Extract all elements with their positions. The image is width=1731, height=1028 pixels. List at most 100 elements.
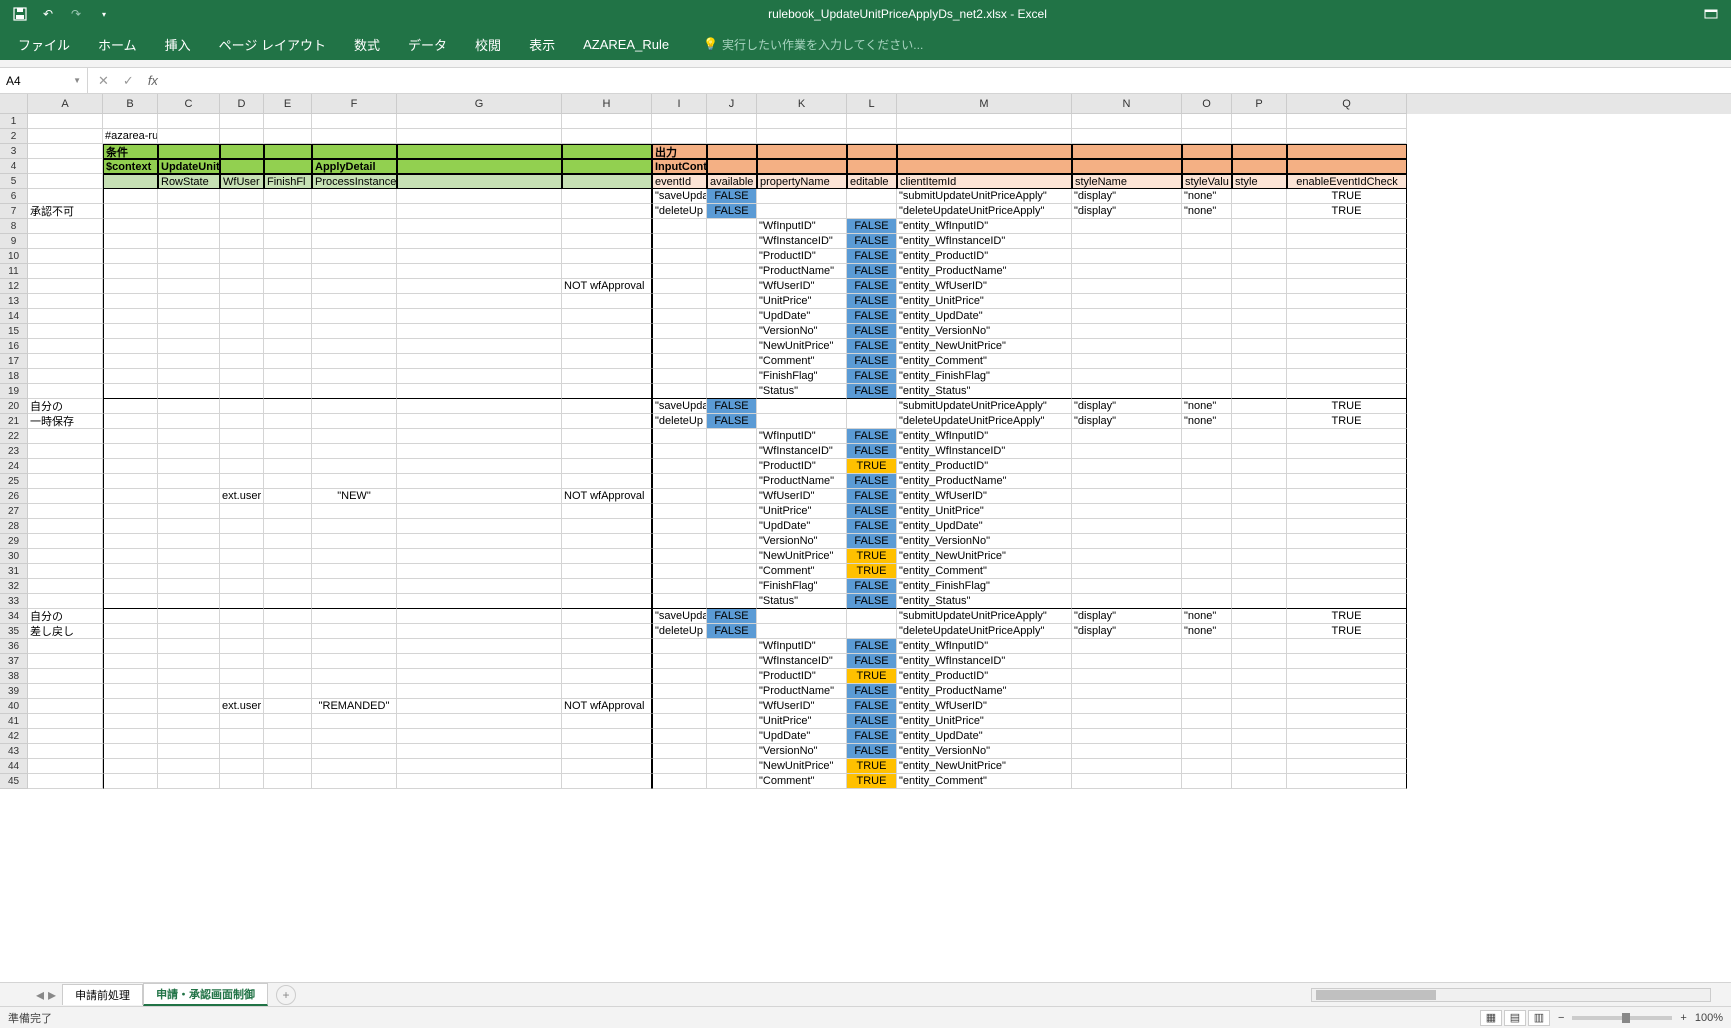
cell-M10[interactable]: "entity_ProductID" — [897, 249, 1072, 264]
cell-B25[interactable] — [103, 474, 158, 489]
cell-D33[interactable] — [220, 594, 264, 609]
cell-P28[interactable] — [1232, 519, 1287, 534]
cell-N41[interactable] — [1072, 714, 1182, 729]
cell-H36[interactable] — [562, 639, 652, 654]
cell-D32[interactable] — [220, 579, 264, 594]
cell-P35[interactable] — [1232, 624, 1287, 639]
cell-P10[interactable] — [1232, 249, 1287, 264]
cell-C15[interactable] — [158, 324, 220, 339]
cell-D39[interactable] — [220, 684, 264, 699]
cell-K30[interactable]: "NewUnitPrice" — [757, 549, 847, 564]
col-header-N[interactable]: N — [1072, 94, 1182, 114]
cell-L27[interactable]: FALSE — [847, 504, 897, 519]
cell-J40[interactable] — [707, 699, 757, 714]
cell-G4[interactable] — [397, 159, 562, 174]
row-header-8[interactable]: 8 — [0, 219, 28, 234]
cell-P41[interactable] — [1232, 714, 1287, 729]
row-header-10[interactable]: 10 — [0, 249, 28, 264]
cell-I11[interactable] — [652, 264, 707, 279]
cell-I42[interactable] — [652, 729, 707, 744]
tell-me-search[interactable]: 💡 実行したい作業を入力してください... — [703, 36, 923, 53]
tab-page-layout[interactable]: ページ レイアウト — [205, 29, 340, 60]
tab-insert[interactable]: 挿入 — [151, 29, 205, 60]
cell-J18[interactable] — [707, 369, 757, 384]
cell-A9[interactable] — [28, 234, 103, 249]
cell-F3[interactable] — [312, 144, 397, 159]
cell-C20[interactable] — [158, 399, 220, 414]
cell-C8[interactable] — [158, 219, 220, 234]
cell-E8[interactable] — [264, 219, 312, 234]
cell-F35[interactable] — [312, 624, 397, 639]
tab-review[interactable]: 校閲 — [461, 29, 515, 60]
cell-N31[interactable] — [1072, 564, 1182, 579]
cell-L42[interactable]: FALSE — [847, 729, 897, 744]
cell-Q34[interactable]: TRUE — [1287, 609, 1407, 624]
cell-H27[interactable] — [562, 504, 652, 519]
zoom-level[interactable]: 100% — [1695, 1012, 1723, 1024]
cell-E28[interactable] — [264, 519, 312, 534]
cell-M20[interactable]: "submitUpdateUnitPriceApply" — [897, 399, 1072, 414]
cell-O34[interactable]: "none" — [1182, 609, 1232, 624]
cell-C17[interactable] — [158, 354, 220, 369]
cell-K10[interactable]: "ProductID" — [757, 249, 847, 264]
cell-F36[interactable] — [312, 639, 397, 654]
cell-Q45[interactable] — [1287, 774, 1407, 789]
tab-formulas[interactable]: 数式 — [340, 29, 394, 60]
cell-L33[interactable]: FALSE — [847, 594, 897, 609]
cell-B20[interactable] — [103, 399, 158, 414]
cell-A6[interactable] — [28, 189, 103, 204]
cell-M1[interactable] — [897, 114, 1072, 129]
ribbon-display-icon[interactable] — [1691, 0, 1731, 28]
cell-P4[interactable] — [1232, 159, 1287, 174]
cell-F10[interactable] — [312, 249, 397, 264]
cell-G35[interactable] — [397, 624, 562, 639]
redo-icon[interactable]: ↷ — [64, 3, 88, 25]
cell-J5[interactable]: available — [707, 174, 757, 189]
cell-C22[interactable] — [158, 429, 220, 444]
cell-I29[interactable] — [652, 534, 707, 549]
cell-N34[interactable]: "display" — [1072, 609, 1182, 624]
cell-B30[interactable] — [103, 549, 158, 564]
cell-H45[interactable] — [562, 774, 652, 789]
cell-J23[interactable] — [707, 444, 757, 459]
zoom-slider[interactable] — [1572, 1016, 1672, 1020]
cell-L28[interactable]: FALSE — [847, 519, 897, 534]
col-header-C[interactable]: C — [158, 94, 220, 114]
cell-M29[interactable]: "entity_VersionNo" — [897, 534, 1072, 549]
enter-icon[interactable]: ✓ — [123, 73, 134, 89]
cell-F29[interactable] — [312, 534, 397, 549]
cell-D18[interactable] — [220, 369, 264, 384]
cell-O39[interactable] — [1182, 684, 1232, 699]
cell-N32[interactable] — [1072, 579, 1182, 594]
cell-C26[interactable] — [158, 489, 220, 504]
cell-E5[interactable]: FinishFl — [264, 174, 312, 189]
cell-L2[interactable] — [847, 129, 897, 144]
cell-F12[interactable] — [312, 279, 397, 294]
cell-I31[interactable] — [652, 564, 707, 579]
cell-D12[interactable] — [220, 279, 264, 294]
cell-I41[interactable] — [652, 714, 707, 729]
cell-E35[interactable] — [264, 624, 312, 639]
cell-B21[interactable] — [103, 414, 158, 429]
cell-I44[interactable] — [652, 759, 707, 774]
cell-O37[interactable] — [1182, 654, 1232, 669]
cell-Q12[interactable] — [1287, 279, 1407, 294]
row-header-4[interactable]: 4 — [0, 159, 28, 174]
cell-P6[interactable] — [1232, 189, 1287, 204]
cell-A3[interactable] — [28, 144, 103, 159]
cell-D37[interactable] — [220, 654, 264, 669]
cell-D29[interactable] — [220, 534, 264, 549]
cell-E30[interactable] — [264, 549, 312, 564]
cell-H17[interactable] — [562, 354, 652, 369]
cell-J22[interactable] — [707, 429, 757, 444]
cell-L24[interactable]: TRUE — [847, 459, 897, 474]
cell-B22[interactable] — [103, 429, 158, 444]
cell-Q6[interactable]: TRUE — [1287, 189, 1407, 204]
cell-P44[interactable] — [1232, 759, 1287, 774]
row-header-42[interactable]: 42 — [0, 729, 28, 744]
cell-Q11[interactable] — [1287, 264, 1407, 279]
cell-J43[interactable] — [707, 744, 757, 759]
cell-C38[interactable] — [158, 669, 220, 684]
cell-B7[interactable] — [103, 204, 158, 219]
cell-C29[interactable] — [158, 534, 220, 549]
